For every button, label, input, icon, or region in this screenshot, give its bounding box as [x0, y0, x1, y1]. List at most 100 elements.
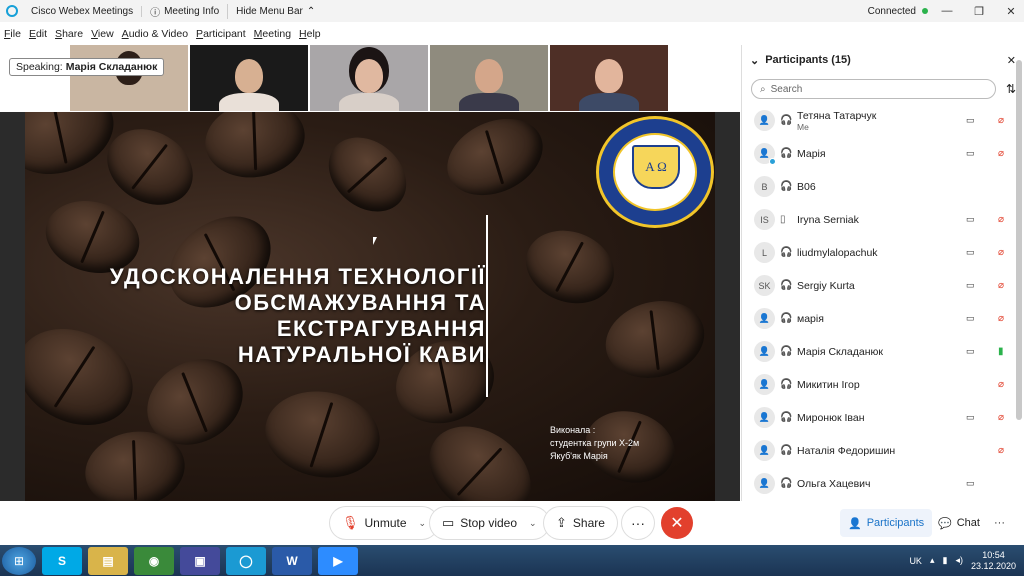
tray-arrow-icon[interactable]: ▴ — [930, 555, 935, 566]
mic-muted-icon[interactable]: ⌀ — [998, 214, 1004, 225]
slide-divider-line — [486, 215, 488, 397]
video-camera-icon[interactable]: ▭ — [966, 412, 975, 423]
participant-list: 👤 🎧 Тетяна Татарчук Me ▭ ⌀ 👤 🎧 Марія ▭ ⌀ B 🎧 B06 IS ▯ Ir… — [742, 104, 1014, 500]
participant-row[interactable]: 👤 🎧 Ольга Хацевич ▭ — [742, 467, 1014, 500]
person-icon: 👤 — [848, 517, 862, 530]
mic-muted-icon[interactable]: ⌀ — [998, 412, 1004, 423]
participant-video-figure — [595, 59, 623, 93]
minimize-button[interactable]: — — [934, 5, 960, 17]
menu-help[interactable]: Help — [295, 28, 325, 40]
video-camera-icon[interactable]: ▭ — [966, 115, 975, 126]
menu-view[interactable]: View — [87, 28, 118, 40]
participant-row[interactable]: 👤 🎧 марія ▭ ⌀ — [742, 302, 1014, 335]
video-camera-icon[interactable]: ▭ — [966, 280, 975, 291]
webex-taskbar-icon[interactable]: ◯ — [226, 546, 266, 575]
chevron-down-icon[interactable]: ⌄ — [529, 518, 537, 529]
chat-panel-button[interactable]: 💬 Chat — [930, 509, 988, 537]
clock[interactable]: 10:54 23.12.2020 — [971, 550, 1016, 572]
restore-button[interactable]: ❐ — [966, 5, 992, 18]
menu-file[interactable]: File — [0, 28, 25, 40]
headset-icon: 🎧 — [780, 379, 793, 390]
mic-muted-icon[interactable]: ⌀ — [998, 148, 1004, 159]
unmute-button[interactable]: 🎙 Unmute ⌄ — [330, 507, 439, 539]
meeting-info-button[interactable]: ⓘ Meeting Info — [142, 3, 229, 19]
close-window-button[interactable]: ✕ — [998, 5, 1024, 18]
menu-participant[interactable]: Participant — [192, 28, 250, 40]
participant-subtitle: Me — [797, 121, 809, 132]
author-line: Якуб'як Марія — [550, 451, 608, 461]
video-camera-icon[interactable]: ▭ — [966, 247, 975, 258]
search-icon: ⌕ — [760, 83, 766, 95]
participant-row[interactable]: 👤 🎧 Микитин Ігор ⌀ — [742, 368, 1014, 401]
video-camera-icon[interactable]: ▭ — [966, 346, 975, 357]
menu-audio-video[interactable]: Audio & Video — [118, 28, 192, 40]
participant-row[interactable]: 👤 🎧 Наталія Федоришин ⌀ — [742, 434, 1014, 467]
sort-icon[interactable]: ⇅ — [1006, 82, 1016, 96]
video-thumbnail[interactable] — [190, 45, 308, 111]
video-camera-icon[interactable]: ▭ — [966, 478, 975, 489]
participant-row[interactable]: 👤 🎧 Марія ▭ ⌀ — [742, 137, 1014, 170]
video-camera-icon[interactable]: ▭ — [966, 148, 975, 159]
avatar: 👤 — [754, 110, 775, 131]
video-thumbnail[interactable] — [430, 45, 548, 111]
video-thumbnail[interactable] — [310, 45, 428, 111]
mic-muted-icon[interactable]: ⌀ — [998, 445, 1004, 456]
hide-menu-bar-button[interactable]: Hide Menu Bar ⌃ — [228, 6, 323, 17]
panel-scrollbar[interactable] — [1016, 60, 1022, 420]
share-button[interactable]: ⇪ Share — [544, 507, 617, 539]
participant-row[interactable]: 👤 🎧 Тетяна Татарчук Me ▭ ⌀ — [742, 104, 1014, 137]
headset-icon: 🎧 — [780, 115, 793, 126]
zoom-icon[interactable]: ▶ — [318, 546, 358, 575]
participant-row[interactable]: L 🎧 liudmylalopachuk ▭ ⌀ — [742, 236, 1014, 269]
menu-share[interactable]: Share — [51, 28, 87, 40]
network-icon[interactable]: ▮ — [942, 555, 947, 566]
more-options-button[interactable]: ··· — [622, 507, 654, 539]
word-icon[interactable]: W — [272, 546, 312, 575]
panel-more-button[interactable]: ··· — [986, 509, 1013, 537]
participant-row[interactable]: 👤 🎧 Марія Складанюк ▭ ▮ — [742, 335, 1014, 368]
start-button[interactable]: ⊞ — [2, 546, 36, 575]
participant-search-input[interactable]: ⌕ Search — [751, 79, 996, 99]
presentation-slide: A Ω УДОСКОНАЛЕННЯ ТЕХНОЛОГІЇ ОБСМАЖУВАНН… — [25, 112, 715, 501]
participants-panel-button[interactable]: 👤 Participants — [840, 509, 933, 537]
participants-title: Participants (15) — [765, 54, 851, 66]
mic-muted-icon[interactable]: ⌀ — [998, 115, 1004, 126]
mic-muted-icon[interactable]: ⌀ — [998, 247, 1004, 258]
chrome-icon[interactable]: ◉ — [134, 546, 174, 575]
author-line: студентка групи Х-2м — [550, 438, 640, 448]
participant-row[interactable]: IS ▯ Iryna Serniak ▭ ⌀ — [742, 203, 1014, 236]
chevron-down-icon[interactable]: ⌄ — [750, 54, 759, 67]
webex-logo-icon — [6, 5, 18, 17]
video-thumbnail[interactable] — [550, 45, 668, 111]
chevron-down-icon[interactable]: ⌄ — [419, 518, 427, 529]
stop-video-button[interactable]: ▭ Stop video ⌄ — [430, 507, 549, 539]
share-icon: ⇪ — [556, 515, 567, 530]
language-indicator[interactable]: UK — [909, 556, 922, 566]
participant-video-body — [339, 93, 399, 111]
menu-meeting[interactable]: Meeting — [250, 28, 295, 40]
participant-row[interactable]: SK 🎧 Sergiy Kurta ▭ ⌀ — [742, 269, 1014, 302]
skype-icon[interactable]: S — [42, 546, 82, 575]
headset-icon: 🎧 — [780, 280, 793, 291]
participant-row[interactable]: 👤 🎧 Миронюк Іван ▭ ⌀ — [742, 401, 1014, 434]
participant-name: Sergiy Kurta — [797, 280, 855, 292]
close-panel-icon[interactable]: ✕ — [1007, 54, 1016, 67]
video-strip — [70, 45, 668, 111]
mic-muted-icon[interactable]: ⌀ — [998, 280, 1004, 291]
file-explorer-icon[interactable]: ▤ — [88, 546, 128, 575]
video-camera-icon[interactable]: ▭ — [966, 313, 975, 324]
phone-icon: ▯ — [780, 214, 786, 225]
volume-icon[interactable]: ◂) — [955, 555, 963, 566]
participant-name: марія — [797, 313, 824, 325]
chevron-up-icon: ⌃ — [306, 5, 316, 17]
video-camera-icon[interactable]: ▭ — [966, 214, 975, 225]
leave-meeting-button[interactable]: ✕ — [661, 507, 693, 539]
video-thumbnail[interactable] — [70, 45, 188, 111]
mic-muted-icon[interactable]: ⌀ — [998, 379, 1004, 390]
meeting-info-label: Meeting Info — [164, 5, 220, 17]
participant-row[interactable]: B 🎧 B06 — [742, 170, 1014, 203]
menu-edit[interactable]: Edit — [25, 28, 51, 40]
mic-active-icon[interactable]: ▮ — [998, 346, 1004, 357]
mic-muted-icon[interactable]: ⌀ — [998, 313, 1004, 324]
floppy-save-icon[interactable]: ▣ — [180, 546, 220, 575]
